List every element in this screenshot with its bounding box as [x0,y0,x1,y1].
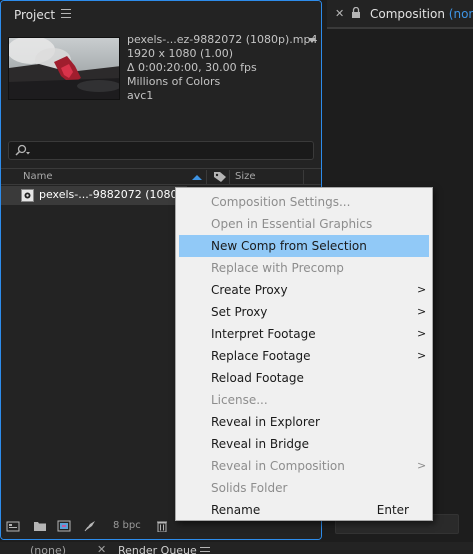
menu-item-interpret-footage[interactable]: Interpret Footage > [179,323,429,345]
footage-duration: Δ 0:00:20:00, 30.00 fps [127,61,257,74]
footage-dimensions: 1920 x 1080 (1.00) [127,47,234,60]
menu-item-label: Open in Essential Graphics [211,217,373,231]
menu-item-label: Reveal in Composition [211,459,345,473]
project-settings-icon[interactable] [83,520,97,532]
panel-menu-icon[interactable] [200,547,210,554]
submenu-chevron-icon: > [417,349,427,362]
menu-item-label: Reveal in Explorer [211,415,320,429]
menu-item-label: Set Proxy [211,305,268,319]
menu-item-reveal-in-composition: Reveal in Composition > [179,455,429,477]
menu-item-new-comp-from-selection[interactable]: New Comp from Selection [179,235,429,257]
submenu-chevron-icon: > [417,459,427,472]
menu-item-replace-footage[interactable]: Replace Footage > [179,345,429,367]
column-divider[interactable] [206,170,207,184]
menu-item-label: Composition Settings... [211,195,351,209]
project-search-input[interactable] [8,141,314,160]
trash-icon[interactable] [155,520,169,532]
menu-item-rename[interactable]: Rename Enter [179,499,429,521]
submenu-chevron-icon: > [417,305,427,318]
menu-item-open-in-essential-graphics: Open in Essential Graphics [179,213,429,235]
menu-item-label: License... [211,393,268,407]
bottom-panel-strip: (none) ✕ Render Queue [0,542,473,554]
interpret-footage-icon[interactable] [6,520,20,532]
close-icon[interactable]: ✕ [97,543,106,554]
menu-item-label: Replace Footage [211,349,311,363]
submenu-chevron-icon: > [417,327,427,340]
context-menu: Composition Settings... Open in Essential… [175,187,433,521]
column-divider[interactable] [303,170,304,184]
menu-item-label: Interpret Footage [211,327,316,341]
timeline-tab[interactable]: (none) [30,544,66,554]
column-header: Name Size [1,168,321,185]
menu-item-label: Rename [211,503,261,517]
menu-item-label: Create Proxy [211,283,288,297]
tab-render-queue[interactable]: Render Queue [118,544,197,554]
column-name-header[interactable]: Name [23,171,53,182]
composition-tab-bar: ✕ Composition (none) [327,0,473,28]
project-item-row[interactable]: pexels-...-9882072 (1080p) [1,186,189,205]
tab-composition[interactable]: Composition (none) [370,7,473,21]
sort-ascending-icon[interactable] [192,175,202,180]
menu-item-shortcut: Enter [376,503,409,517]
submenu-chevron-icon: > [417,283,427,296]
new-folder-icon[interactable] [33,520,47,532]
menu-item-label: Replace with Precomp [211,261,344,275]
project-item-name: pexels-...-9882072 (1080p) [39,188,189,201]
menu-item-replace-with-precomp: Replace with Precomp [179,257,429,279]
menu-item-license: License... [179,389,429,411]
close-icon[interactable]: ✕ [335,7,344,20]
menu-item-solids-folder: Solids Folder [179,477,429,499]
menu-item-reveal-in-bridge[interactable]: Reveal in Bridge [179,433,429,455]
panel-menu-icon[interactable] [61,9,71,19]
menu-item-label: Solids Folder [211,481,288,495]
footage-colors: Millions of Colors [127,75,221,88]
menu-item-composition-settings: Composition Settings... [179,191,429,213]
footage-name: pexels-...ez-9882072 (1080p).mp4 [127,33,318,46]
footage-info: pexels-...ez-9882072 (1080p).mp4 1920 x … [127,33,318,103]
menu-item-label: Reveal in Bridge [211,437,310,451]
menu-item-reveal-in-explorer[interactable]: Reveal in Explorer [179,411,429,433]
menu-item-label: New Comp from Selection [211,239,367,253]
tab-composition-label: Composition [370,7,445,21]
column-divider[interactable] [229,170,230,184]
search-icon[interactable] [14,144,32,158]
lock-icon[interactable] [351,7,361,19]
project-tab-bar: Project [1,1,321,29]
tab-composition-value: (none) [448,7,473,21]
menu-item-reload-footage[interactable]: Reload Footage [179,367,429,389]
footage-info-dropdown-icon[interactable] [308,38,316,43]
tab-divider [327,27,473,29]
footage-thumbnail [8,37,120,100]
label-tag-icon[interactable] [213,171,227,183]
menu-item-set-proxy[interactable]: Set Proxy > [179,301,429,323]
footage-codec: avc1 [127,89,154,102]
menu-item-create-proxy[interactable]: Create Proxy > [179,279,429,301]
menu-item-label: Reload Footage [211,371,304,385]
footage-file-icon [21,189,34,202]
tab-project[interactable]: Project [14,8,55,22]
new-composition-icon[interactable] [57,520,71,532]
bit-depth-button[interactable]: 8 bpc [113,520,141,531]
column-size-header[interactable]: Size [235,171,256,182]
